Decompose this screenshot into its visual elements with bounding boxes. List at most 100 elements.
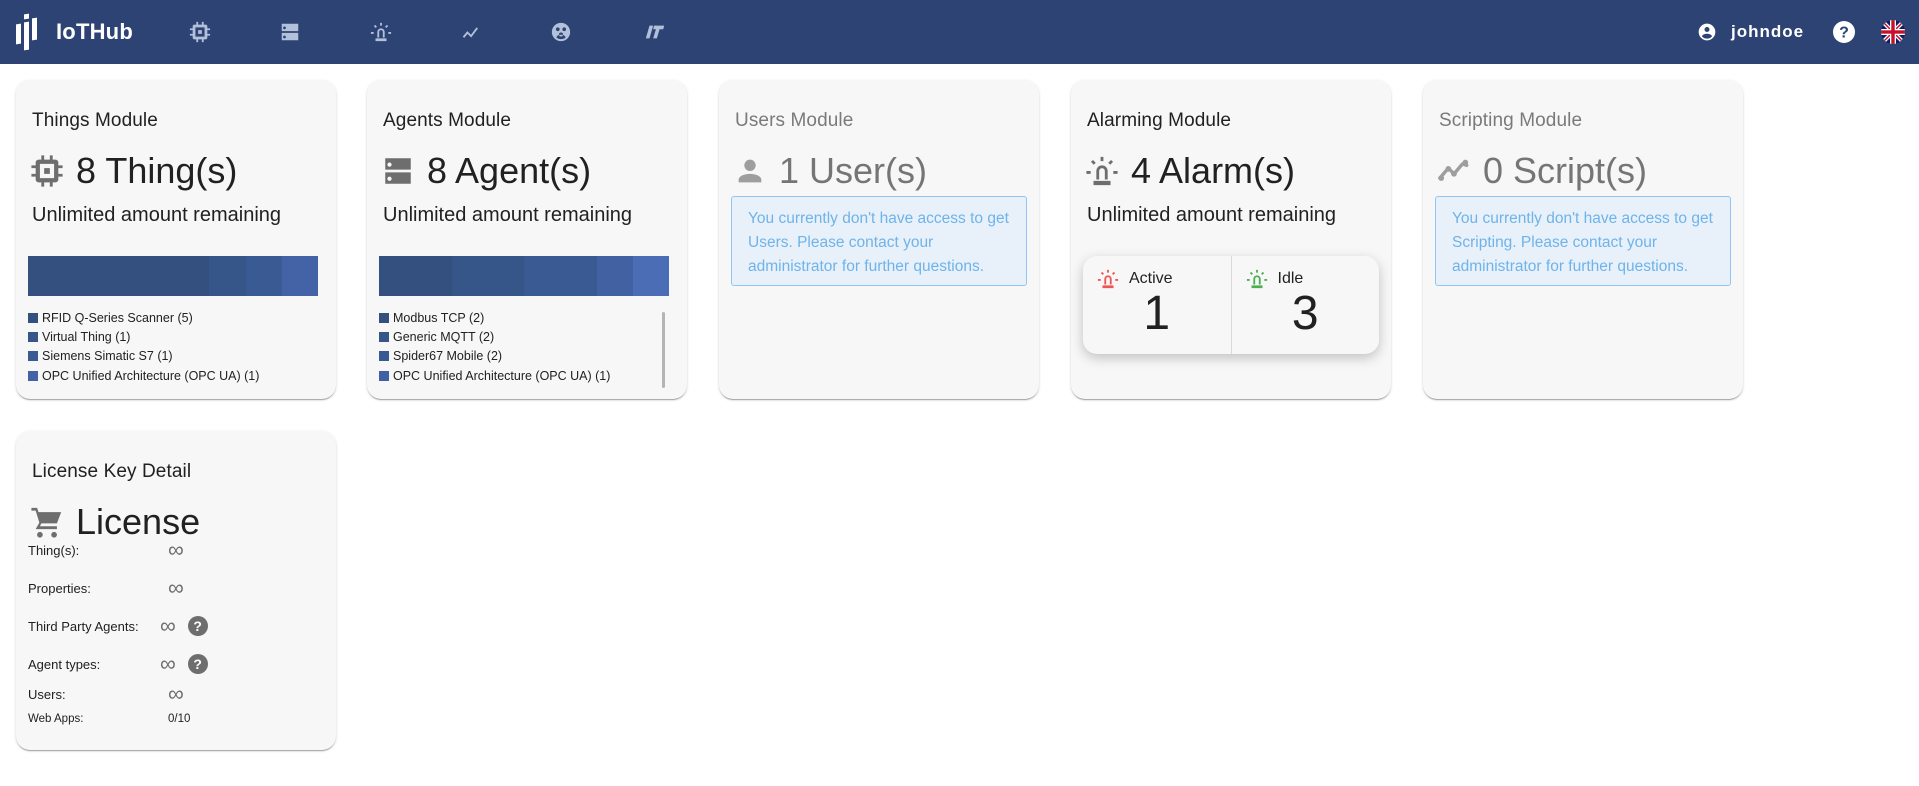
brand-logo[interactable]: IoTHub [14, 10, 133, 54]
agents-module-card[interactable]: Agents Module 8 Agent(s) Unlimited amoun… [367, 80, 687, 399]
infinity-icon: ∞ [168, 575, 184, 600]
license-row-label: Properties: [28, 580, 91, 596]
things-module-card[interactable]: Things Module 8 Thing(s) Unlimited amoun… [16, 80, 336, 399]
legend-item: Spider67 Mobile (2) [379, 347, 669, 366]
alarm-light-icon [1086, 156, 1118, 186]
legend-swatch [379, 351, 389, 362]
card-title: License Key Detail [32, 461, 192, 482]
alarming-module-card[interactable]: Alarming Module 4 Alarm(s) Unlimited amo… [1071, 80, 1391, 399]
bar-segment[interactable] [281, 256, 318, 296]
no-access-alert: You currently don't have access to get U… [731, 196, 1027, 286]
brand-name: IoTHub [56, 19, 133, 44]
username: johndoe [1731, 22, 1805, 41]
active-alarms[interactable]: Active 1 [1083, 256, 1231, 354]
active-count: 1 [1143, 287, 1171, 340]
things-distribution-bar [28, 256, 318, 296]
legend-item: Virtual Thing (1) [28, 327, 318, 346]
alarm-status-panel: Active 1 Idle 3 [1083, 256, 1379, 354]
help-circle-icon: ? [1833, 21, 1855, 43]
help-circle-icon[interactable]: ? [187, 654, 208, 674]
legend-label: Virtual Thing (1) [42, 329, 131, 344]
top-app-bar: IoTHub johndoe ? [0, 0, 1919, 64]
card-title: Agents Module [383, 110, 512, 131]
legend-label: Siemens Simatic S7 (1) [42, 349, 173, 364]
user-menu[interactable]: johndoe [1697, 18, 1804, 46]
license-row: Web Apps: 0/10 [28, 713, 190, 725]
person-icon [738, 159, 762, 183]
count-label: 8 Agent(s) [427, 150, 592, 191]
license-row: Properties: ∞ [28, 577, 184, 599]
nav-agents[interactable] [277, 19, 303, 45]
bar-segment[interactable] [632, 256, 669, 296]
agents-legend[interactable]: Modbus TCP (2) Generic MQTT (2) Spider67 M… [379, 308, 669, 388]
legend-swatch [379, 312, 389, 323]
users-module-card[interactable]: Users Module 1 User(s) You currently don… [719, 80, 1039, 399]
nav-things[interactable] [187, 19, 213, 45]
legend-item: Modbus TCP (2) [379, 308, 669, 327]
bar-segment[interactable] [245, 256, 282, 296]
idle-alarms[interactable]: Idle 3 [1230, 256, 1380, 354]
legend-scrollbar[interactable] [662, 312, 665, 388]
svg-text:?: ? [1839, 25, 1849, 42]
legend-label: Modbus TCP (2) [393, 310, 485, 325]
help-circle-icon[interactable]: ? [187, 616, 208, 636]
remaining-text: Unlimited amount remaining [32, 204, 282, 226]
alarms-count: 4 Alarm(s) [1085, 150, 1295, 192]
nav-webapps[interactable] [642, 19, 668, 45]
nav-users[interactable] [548, 19, 574, 45]
things-legend: RFID Q-Series Scanner (5) Virtual Thing (… [28, 308, 318, 388]
bar-segment[interactable] [209, 256, 246, 296]
things-count: 8 Thing(s) [30, 150, 237, 192]
count-label: 8 Thing(s) [76, 150, 238, 191]
license-row: Third Party Agents: ∞? [28, 615, 208, 637]
bar-segment[interactable] [28, 256, 210, 296]
scripting-module-card[interactable]: Scripting Module 0 Script(s) You current… [1423, 80, 1743, 399]
account-circle-icon [1698, 23, 1716, 41]
users-count: 1 User(s) [733, 150, 927, 192]
card-title: Users Module [735, 110, 854, 131]
legend-label: Spider67 Mobile (2) [393, 349, 503, 364]
scripts-count: 0 Script(s) [1437, 150, 1647, 192]
help-button[interactable]: ? [1832, 20, 1856, 44]
license-row-label: Third Party Agents: [28, 618, 139, 634]
language-selector[interactable] [1881, 20, 1905, 44]
license-row-label: Agent types: [28, 656, 101, 672]
bar-segment[interactable] [596, 256, 633, 296]
legend-item: RFID Q-Series Scanner (1) [379, 385, 669, 389]
server-icon [385, 158, 411, 184]
legend-label: Generic MQTT (2) [393, 329, 495, 344]
chart-line-icon [1438, 159, 1469, 181]
license-row: Thing(s): ∞ [28, 539, 184, 561]
legend-swatch [28, 351, 38, 362]
nav-alarming[interactable] [368, 19, 394, 45]
count-label: 1 User(s) [779, 150, 928, 191]
license-row-label: Web Apps: [28, 713, 84, 725]
license-row-value: 0/10 [168, 713, 191, 725]
remaining-text: Unlimited amount remaining [1087, 204, 1337, 226]
uk-flag-icon [1881, 20, 1905, 44]
infinity-icon: ∞ [168, 681, 184, 706]
legend-item: Generic MQTT (2) [379, 327, 669, 346]
legend-swatch [28, 331, 38, 342]
infinity-icon: ∞ [160, 651, 176, 676]
license-key-card: License Key Detail License Thing(s): ∞ Pro… [16, 431, 336, 750]
legend-swatch [379, 370, 389, 381]
agents-count: 8 Agent(s) [381, 150, 591, 192]
nav-scripting[interactable] [458, 19, 484, 45]
legend-item: RFID Q-Series Scanner (5) [28, 308, 318, 327]
server-icon [281, 23, 299, 41]
legend-swatch [379, 331, 389, 342]
chart-line-icon [462, 27, 478, 38]
card-title: Things Module [32, 110, 158, 131]
card-title: Alarming Module [1087, 110, 1232, 131]
bar-segment[interactable] [379, 256, 452, 296]
remaining-text: Unlimited amount remaining [383, 204, 633, 226]
legend-swatch [28, 312, 38, 323]
account-group-icon [551, 22, 571, 42]
no-access-alert: You currently don't have access to get S… [1435, 196, 1731, 286]
legend-label: OPC Unified Architecture (OPC UA) (1) [42, 368, 260, 383]
bar-segment[interactable] [524, 256, 597, 296]
license-row-label: Users: [28, 686, 66, 702]
bar-segment[interactable] [451, 256, 524, 296]
cart-icon [31, 507, 62, 538]
